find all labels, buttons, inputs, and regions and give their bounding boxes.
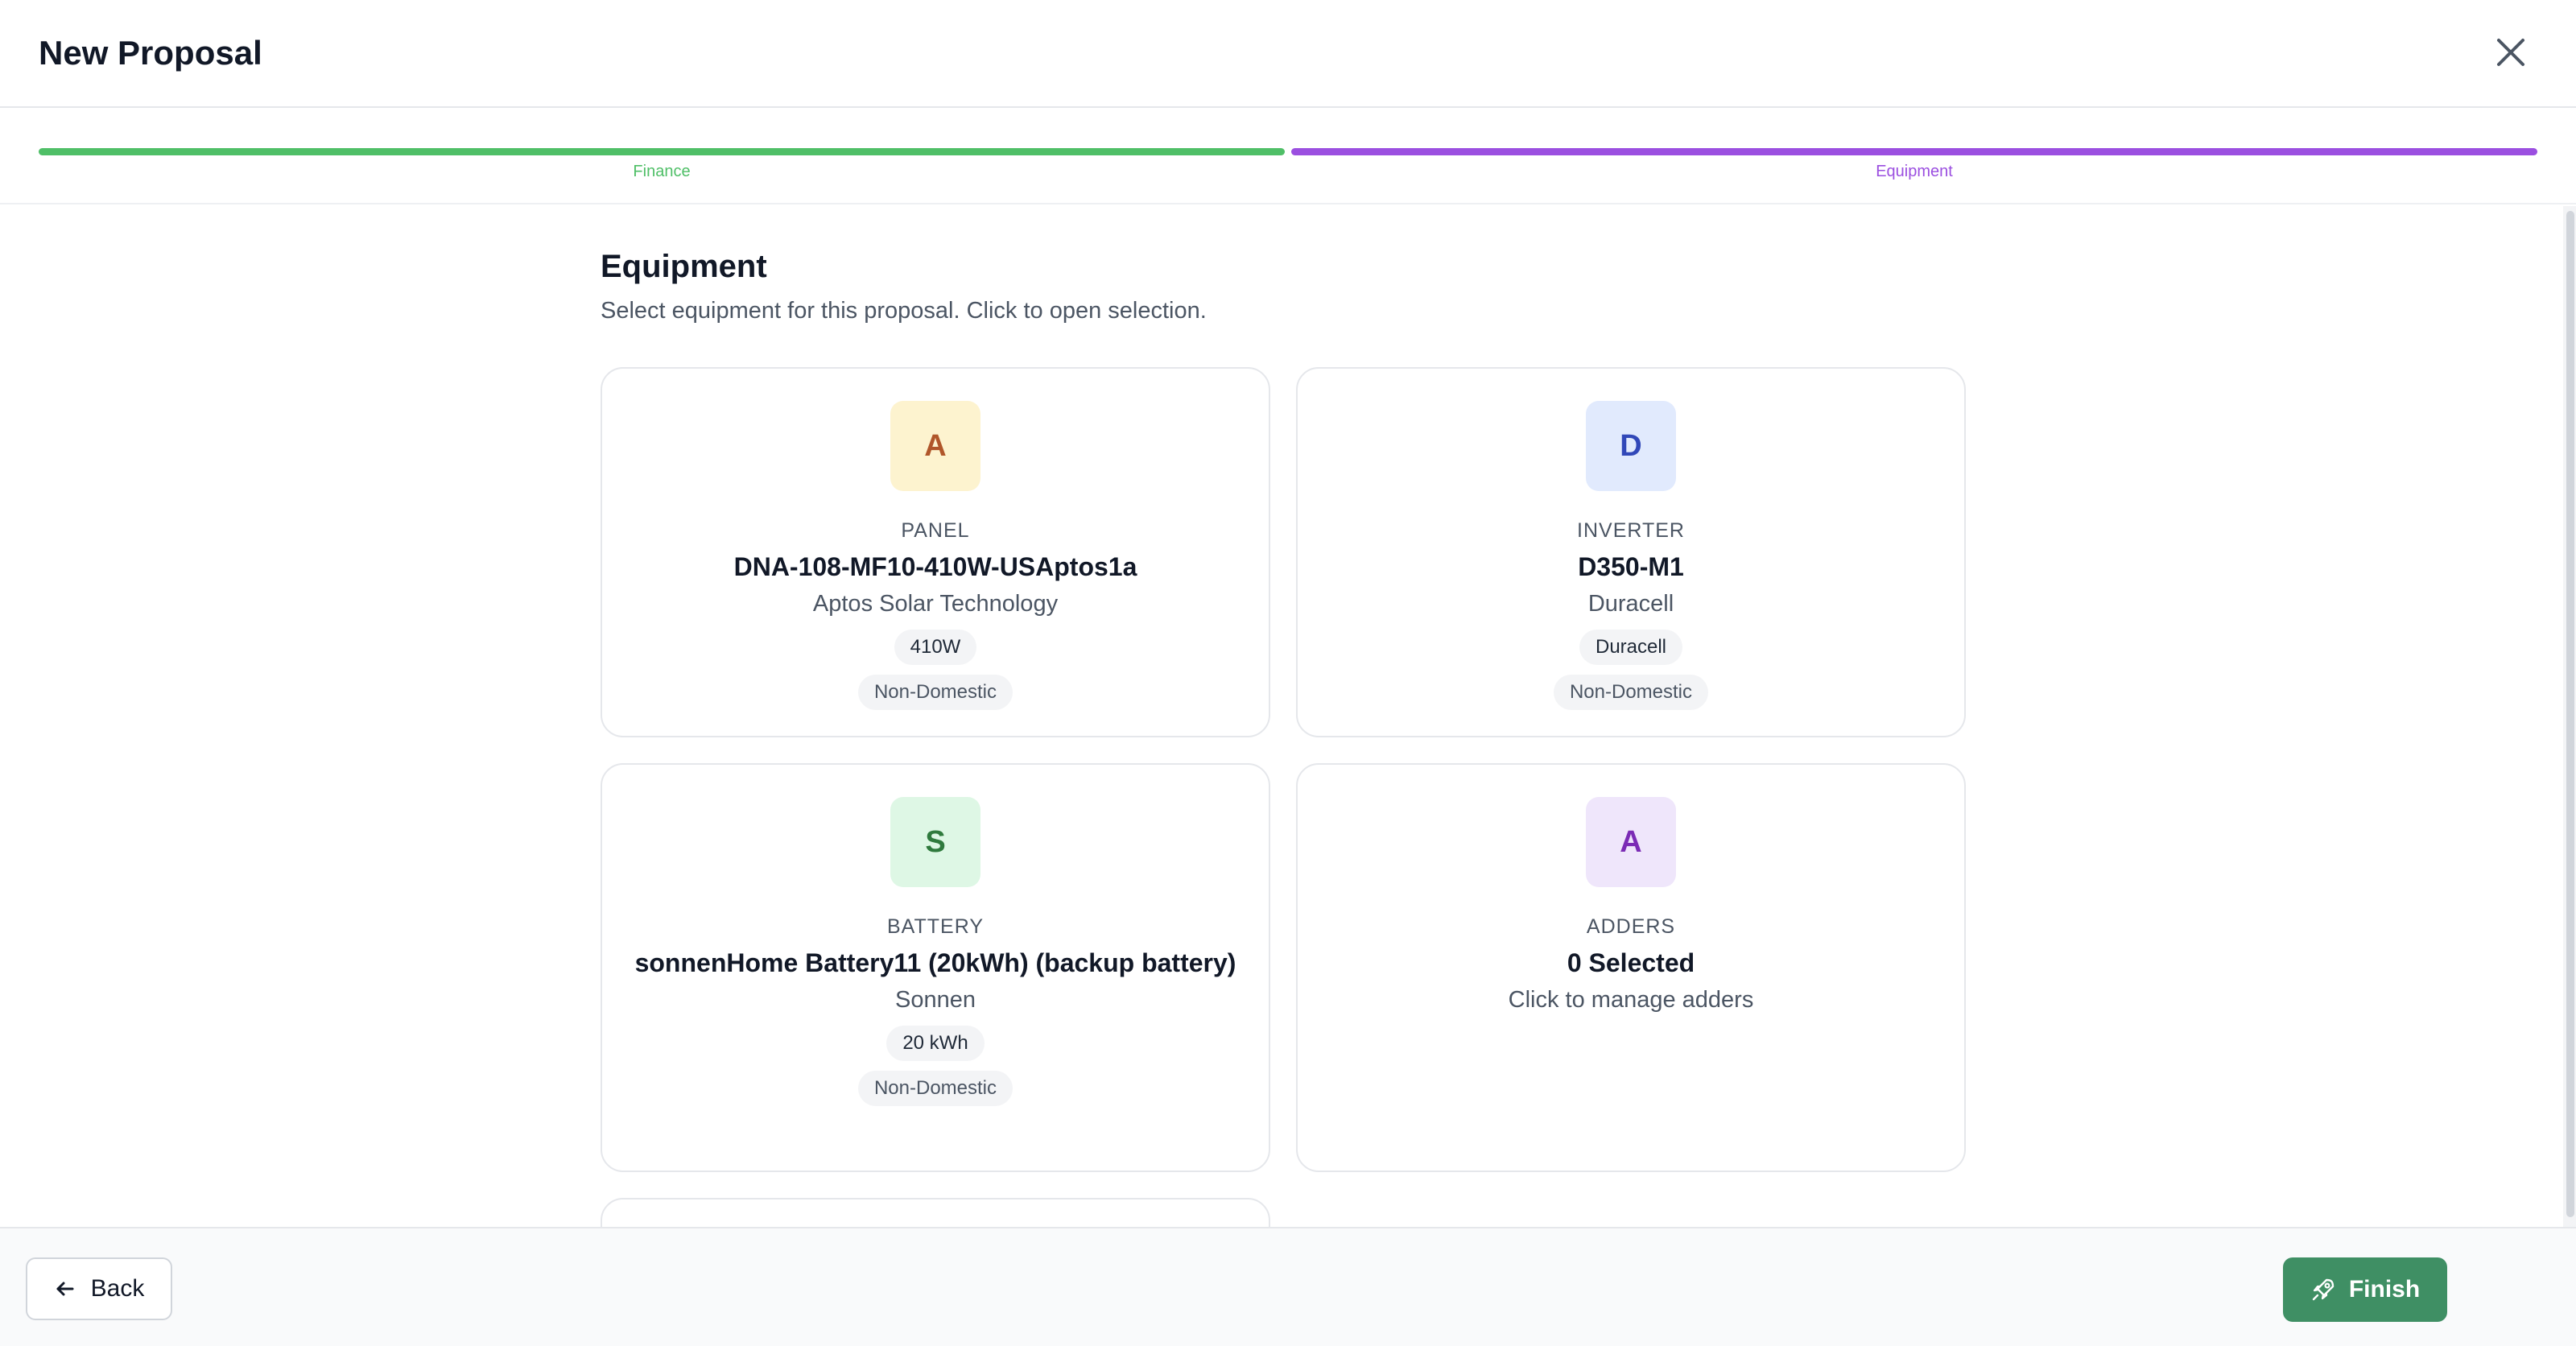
inverter-name: D350-M1 xyxy=(1578,552,1684,581)
equipment-card-partial[interactable] xyxy=(601,1198,1270,1227)
inverter-manufacturer: Duracell xyxy=(1587,591,1674,617)
adders-avatar: A xyxy=(1586,797,1676,887)
inverter-avatar: D xyxy=(1586,401,1676,491)
panel-name: DNA-108-MF10-410W-USAptos1a xyxy=(733,552,1137,581)
step-equipment-label: Equipment xyxy=(1876,163,1953,180)
rocket-icon xyxy=(2312,1278,2334,1301)
section-subtitle: Select equipment for this proposal. Clic… xyxy=(601,298,1207,324)
step-finance[interactable]: Finance xyxy=(39,148,1285,196)
step-finance-label: Finance xyxy=(633,163,691,180)
inverter-origin-badge: Non-Domestic xyxy=(1553,675,1709,710)
inverter-kind: INVERTER xyxy=(1577,519,1685,542)
panel-wattage-badge: 410W xyxy=(894,630,977,665)
panel-card[interactable]: A PANEL DNA-108-MF10-410W-USAptos1a Apto… xyxy=(601,367,1270,737)
panel-origin-badge: Non-Domestic xyxy=(857,675,1013,710)
inverter-card[interactable]: D INVERTER D350-M1 Duracell Duracell Non… xyxy=(1296,367,1966,737)
section-title: Equipment xyxy=(601,249,767,284)
adders-card[interactable]: A ADDERS 0 Selected Click to manage adde… xyxy=(1296,763,1966,1172)
adders-hint: Click to manage adders xyxy=(1508,987,1754,1013)
dialog-footer: Back Finish xyxy=(0,1227,2576,1346)
adders-kind: ADDERS xyxy=(1586,915,1676,938)
close-icon xyxy=(2497,39,2524,66)
panel-avatar: A xyxy=(890,401,980,491)
finish-button[interactable]: Finish xyxy=(2283,1257,2447,1322)
back-button[interactable]: Back xyxy=(26,1257,172,1320)
step-finance-bar xyxy=(39,148,1285,155)
battery-manufacturer: Sonnen xyxy=(895,987,976,1013)
back-button-label: Back xyxy=(90,1275,145,1302)
content-scrollbar-thumb[interactable] xyxy=(2566,211,2574,1217)
battery-capacity-badge: 20 kWh xyxy=(886,1026,985,1061)
step-equipment-bar xyxy=(1291,148,2537,155)
panel-manufacturer: Aptos Solar Technology xyxy=(812,591,1059,617)
battery-card[interactable]: S BATTERY sonnenHome Battery11 (20kWh) (… xyxy=(601,763,1270,1172)
battery-name: sonnenHome Battery11 (20kWh) (backup bat… xyxy=(634,948,1236,977)
adders-count: 0 Selected xyxy=(1567,948,1695,977)
inverter-brand-badge: Duracell xyxy=(1579,630,1683,665)
battery-origin-badge: Non-Domestic xyxy=(857,1071,1013,1106)
dialog-header: New Proposal xyxy=(0,0,2576,108)
progress-stepper: Finance Equipment xyxy=(0,109,2576,204)
close-button[interactable] xyxy=(2491,32,2531,72)
battery-avatar: S xyxy=(890,797,980,887)
step-equipment[interactable]: Equipment xyxy=(1291,148,2537,196)
dialog-title: New Proposal xyxy=(39,34,262,72)
finish-button-label: Finish xyxy=(2348,1276,2421,1303)
panel-kind: PANEL xyxy=(901,519,970,542)
arrow-left-icon xyxy=(56,1282,74,1296)
new-proposal-dialog: New Proposal Finance Equipment Equipment… xyxy=(0,0,2576,1346)
equipment-content: Equipment Select equipment for this prop… xyxy=(0,206,2563,1227)
battery-kind: BATTERY xyxy=(887,915,984,938)
